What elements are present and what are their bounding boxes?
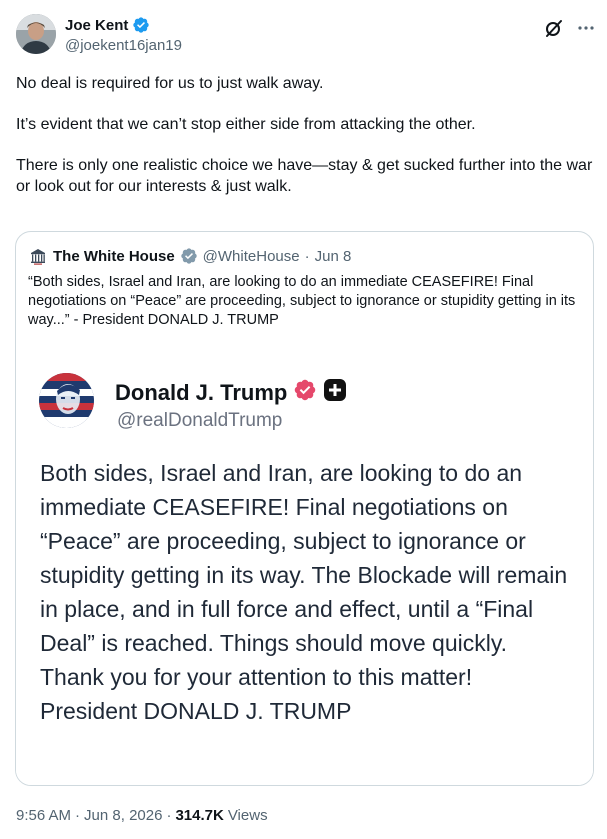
body-paragraph: There is only one realistic choice we ha…: [16, 157, 593, 195]
body-paragraph: No deal is required for us to just walk …: [16, 75, 324, 92]
quote-date: Jun 8: [314, 247, 352, 265]
quoted-tweet[interactable]: The White House @WhiteHouse · Jun 8 “Bot…: [15, 231, 594, 786]
separator-dot: ·: [75, 807, 81, 824]
body-paragraph: It’s evident that we can’t stop either s…: [16, 116, 476, 133]
post-date[interactable]: Jun 8, 2026: [84, 807, 162, 824]
quote-author-name: The White House: [53, 247, 175, 265]
embedded-name-row: Donald J. Trump: [115, 378, 347, 407]
header-actions: [544, 18, 596, 38]
views-count: 314.7K: [175, 807, 224, 824]
quote-text: “Both sides, Israel and Iran, are lookin…: [28, 274, 576, 328]
embedded-author-handle: @realDonaldTrump: [117, 410, 283, 431]
embedded-author-name: Donald J. Trump: [115, 379, 288, 405]
gov-verified-badge-icon: [180, 247, 198, 265]
separator-dot: ·: [166, 807, 172, 824]
tweet: Joe Kent @joekent16jan19 No deal is requ…: [0, 0, 607, 839]
embedded-image: Donald J. Trump @realDonaldTrump Both si…: [16, 350, 593, 785]
tweet-meta: 9:56 AM · Jun 8, 2026 · 314.7K Views: [16, 807, 268, 824]
truth-verified-badge-icon: [293, 378, 317, 407]
trump-avatar: [39, 373, 94, 428]
embedded-post-text: Both sides, Israel and Iran, are looking…: [40, 460, 568, 724]
white-house-logo-icon: [28, 246, 48, 266]
tweet-header: Joe Kent @joekent16jan19: [16, 14, 596, 58]
author-handle[interactable]: @joekent16jan19: [65, 37, 182, 54]
grok-icon[interactable]: [544, 18, 564, 38]
post-time[interactable]: 9:56 AM: [16, 807, 71, 824]
follow-plus-icon: [323, 378, 347, 407]
quote-header: The White House @WhiteHouse · Jun 8: [28, 246, 351, 266]
tweet-body: No deal is required for us to just walk …: [16, 73, 596, 217]
more-options-icon[interactable]: [576, 18, 596, 38]
verified-badge-icon: [132, 16, 150, 34]
quote-author-handle: @WhiteHouse: [202, 247, 300, 265]
author-avatar[interactable]: [16, 14, 56, 54]
author-name-row: Joe Kent: [65, 16, 150, 34]
separator-dot: ·: [304, 247, 310, 265]
author-name[interactable]: Joe Kent: [65, 17, 128, 34]
views-label: Views: [227, 807, 268, 824]
